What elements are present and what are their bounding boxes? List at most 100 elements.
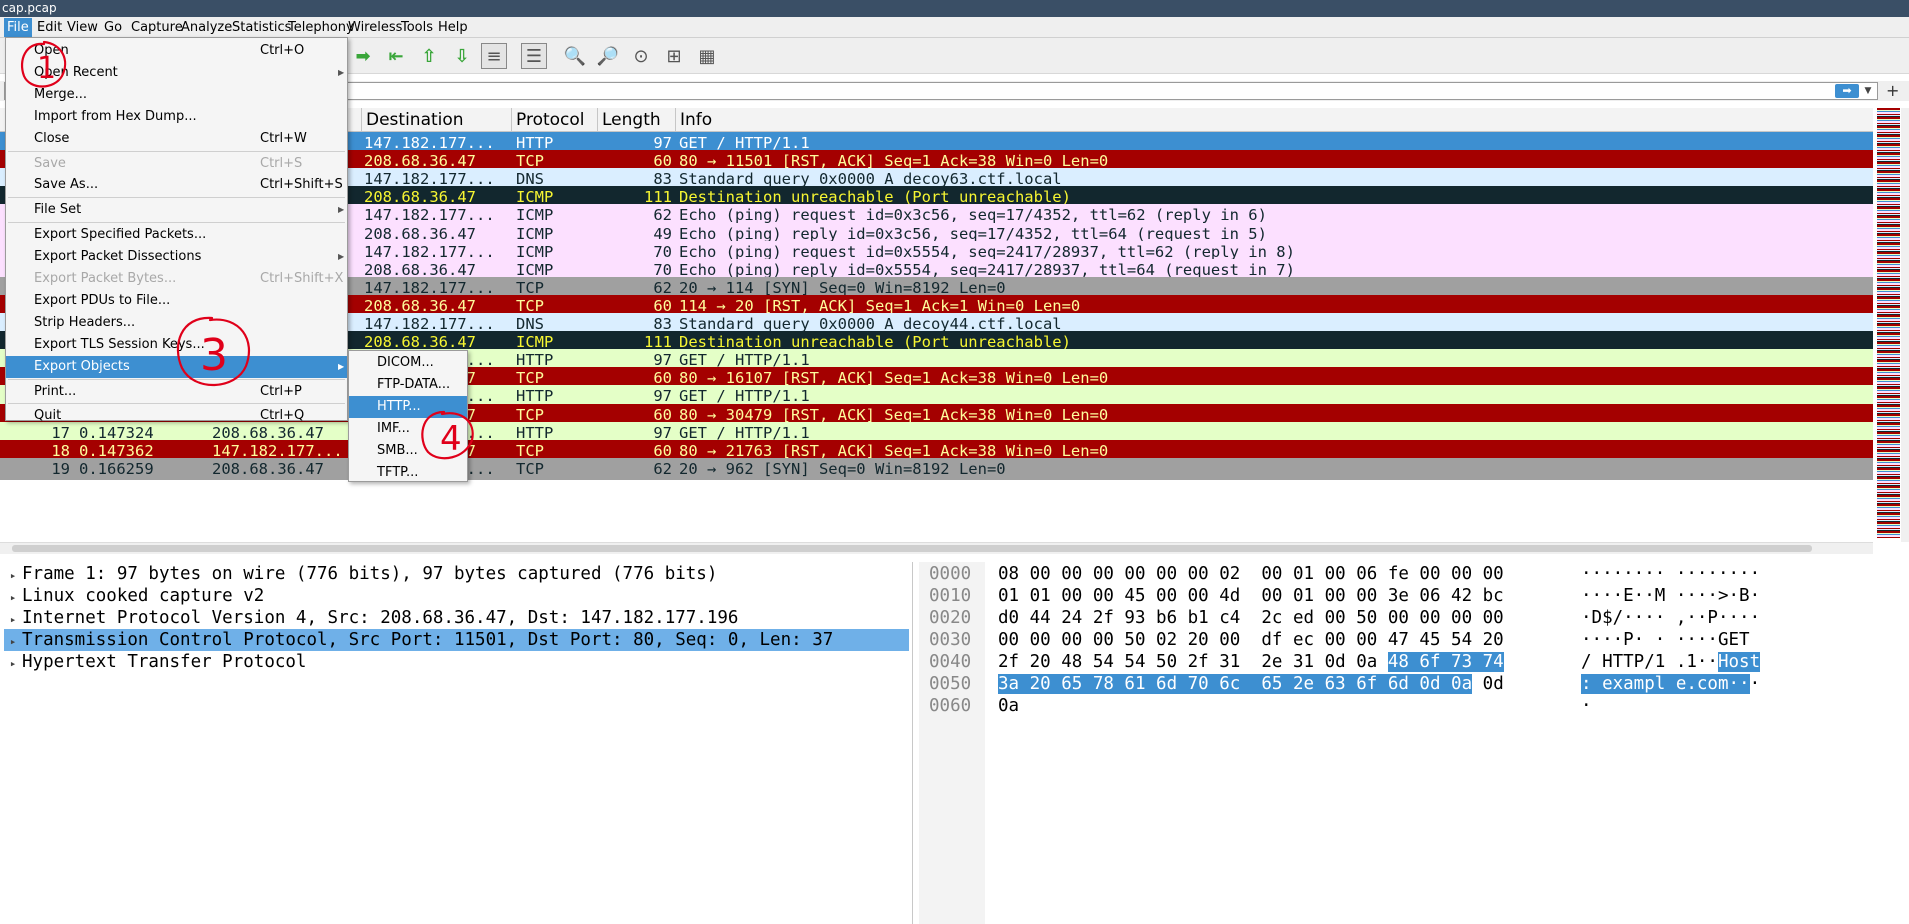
menu-item-export-objects[interactable]: Export Objects ▶	[6, 355, 347, 378]
zoom-normal-icon[interactable]: ⊙	[628, 43, 654, 69]
menu-item-shortcut: Ctrl+W	[260, 130, 307, 146]
add-filter-button-plus-icon[interactable]: +	[1886, 81, 1899, 101]
detail-tree-item[interactable]: ▸ Frame 1: 97 bytes on wire (776 bits), 9…	[4, 563, 909, 585]
byte-offset: 0000	[929, 564, 972, 584]
menu-item-quit[interactable]: Quit Ctrl+Q	[6, 405, 347, 427]
menu-item-print[interactable]: Print... Ctrl+P	[6, 381, 347, 403]
column-header-protocol[interactable]: Protocol	[512, 108, 598, 132]
expand-arrow-icon[interactable]: ▸	[4, 631, 22, 653]
byte-offset: 0020	[929, 608, 972, 628]
menu-item-save-as[interactable]: Save As... Ctrl+Shift+S	[6, 174, 347, 196]
expand-arrow-icon[interactable]: ▸	[4, 565, 22, 587]
layout-icon[interactable]: ▦	[694, 43, 720, 69]
menu-item-save: Save Ctrl+S	[6, 153, 347, 175]
go-down-icon[interactable]: ⇩	[449, 43, 475, 69]
hex-bytes[interactable]: 08 00 00 00 00 00 00 02 00 01 00 06 fe 0…	[998, 563, 1504, 585]
hex-bytes[interactable]: 00 00 00 00 50 02 20 00 df ec 00 00 47 4…	[998, 629, 1504, 651]
scrollbar-thumb[interactable]	[12, 545, 1812, 552]
filter-history-chevron-down-icon[interactable]: ▼	[1862, 83, 1874, 99]
byte-offset: 0040	[929, 652, 972, 672]
hex-segment: 01 01 00 00 45 00 00 4d 00 01 00 00 3e 0…	[998, 586, 1504, 606]
menu-wireless[interactable]: Wireless	[345, 18, 405, 37]
menu-item-export-tls-session-keys[interactable]: Export TLS Session Keys...	[6, 334, 347, 356]
autoscroll-icon[interactable]: ≡	[481, 43, 507, 69]
column-header-destination[interactable]: Destination	[362, 108, 512, 132]
zoom-out-icon[interactable]: 🔎	[595, 43, 621, 69]
apply-filter-arrow-icon[interactable]: ➡	[1835, 84, 1859, 98]
packet-minimap[interactable]	[1877, 108, 1900, 538]
ascii-bytes[interactable]: ·D$/···· ,··P····	[1581, 607, 1760, 629]
packet-list-horizontal-scrollbar[interactable]	[0, 542, 1873, 554]
menubar: File Edit View Go Capture Analyze Statistics Te…	[0, 17, 1909, 38]
submenu-arrow-icon: ▶	[338, 361, 345, 371]
menu-separator	[8, 150, 345, 152]
packet-row[interactable]: 190.166259208.68.36.47147.182.177...TCP6…	[0, 457, 1873, 480]
menu-item-strip-headers[interactable]: Strip Headers...	[6, 312, 347, 334]
submenu-item-ftp-data[interactable]: FTP-DATA...	[349, 374, 467, 396]
submenu-item-dicom[interactable]: DICOM...	[349, 352, 467, 374]
expand-arrow-icon[interactable]: ▸	[4, 609, 22, 631]
menu-item-merge[interactable]: Merge...	[6, 84, 347, 106]
hex-bytes[interactable]: 01 01 00 00 45 00 00 4d 00 01 00 00 3e 0…	[998, 585, 1504, 607]
hex-bytes[interactable]: 2f 20 48 54 54 50 2f 31 2e 31 0d 0a 48 6…	[998, 651, 1504, 673]
ascii-bytes[interactable]: ········ ········	[1581, 563, 1760, 585]
hex-bytes[interactable]: 3a 20 65 78 61 6d 70 6c 65 2e 63 6f 6d 0…	[998, 673, 1504, 695]
menu-item-label: Close	[34, 130, 70, 146]
menu-item-open[interactable]: Open Ctrl+O	[6, 40, 347, 62]
menu-view[interactable]: View	[64, 18, 101, 37]
menu-item-file-set[interactable]: File Set ▶	[6, 199, 347, 221]
ascii-bytes[interactable]: ·	[1581, 695, 1592, 717]
submenu-item-tftp[interactable]: TFTP...	[349, 462, 467, 484]
ascii-bytes[interactable]: ····E··M ····>·B·	[1581, 585, 1760, 607]
expand-arrow-icon[interactable]: ▸	[4, 653, 22, 675]
colorize-icon[interactable]: ☰	[521, 43, 547, 69]
detail-label: Internet Protocol Version 4, Src: 208.68…	[22, 608, 739, 628]
hex-bytes[interactable]: d0 44 24 2f 93 b6 b1 c4 2c ed 00 50 00 0…	[998, 607, 1504, 629]
menu-item-shortcut: Ctrl+S	[260, 155, 303, 171]
zoom-in-icon[interactable]: 🔍	[562, 43, 588, 69]
detail-tree-item[interactable]: ▸ Transmission Control Protocol, Src Port…	[4, 629, 909, 651]
file-menu: Open Ctrl+O Open Recent ▶ Merge... Import fro…	[5, 37, 348, 423]
menu-edit[interactable]: Edit	[34, 18, 65, 37]
menu-item-export-pdus-to-file[interactable]: Export PDUs to File...	[6, 290, 347, 312]
hex-bytes[interactable]: 0a	[998, 695, 1019, 717]
column-header-info[interactable]: Info	[676, 108, 1873, 132]
detail-tree-item[interactable]: ▸ Hypertext Transfer Protocol	[4, 651, 909, 673]
menu-file[interactable]: File	[4, 18, 32, 37]
ascii-bytes[interactable]: : exampl e.com···	[1581, 673, 1760, 695]
menu-item-label: Export TLS Session Keys...	[34, 336, 205, 352]
packet-list-vertical-scrollbar[interactable]	[1901, 108, 1909, 542]
byte-offset: 0050	[929, 674, 972, 694]
menu-go[interactable]: Go	[101, 18, 125, 37]
go-to-packet-icon[interactable]: ➡	[350, 43, 376, 69]
ascii-bytes[interactable]: ····P· · ····GET	[1581, 629, 1760, 651]
expand-arrow-icon[interactable]: ▸	[4, 587, 22, 609]
column-header-length[interactable]: Length	[598, 108, 676, 132]
hex-segment: 3a 20 65 78 61 6d 70 6c 65 2e 63 6f 6d 0…	[998, 674, 1473, 694]
hex-segment: 2f 20 48 54 54 50 2f 31 2e 31 0d 0a	[998, 652, 1388, 672]
ascii-segment: ·	[1581, 696, 1592, 716]
submenu-item-imf[interactable]: IMF...	[349, 418, 467, 440]
ascii-bytes[interactable]: / HTTP/1 .1··Host	[1581, 651, 1761, 673]
go-first-icon[interactable]: ⇤	[383, 43, 409, 69]
menu-item-close[interactable]: Close Ctrl+W	[6, 128, 347, 150]
go-up-icon[interactable]: ⇧	[416, 43, 442, 69]
menu-item-import-from-hex-dump[interactable]: Import from Hex Dump...	[6, 106, 347, 128]
menu-item-open-recent[interactable]: Open Recent ▶	[6, 62, 347, 84]
menu-item-export-packet-dissections[interactable]: Export Packet Dissections ▶	[6, 246, 347, 268]
menu-item-export-specified-packets[interactable]: Export Specified Packets...	[6, 224, 347, 246]
menu-tools[interactable]: Tools	[398, 18, 436, 37]
resize-columns-icon[interactable]: ⊞	[661, 43, 687, 69]
menu-item-label: Export Specified Packets...	[34, 227, 207, 243]
detail-tree-item[interactable]: ▸ Internet Protocol Version 4, Src: 208.6…	[4, 607, 909, 629]
menu-item-shortcut: Ctrl+P	[260, 383, 302, 399]
detail-tree-item[interactable]: ▸ Linux cooked capture v2	[4, 585, 909, 607]
submenu-item-http[interactable]: HTTP...	[349, 396, 467, 418]
menu-help[interactable]: Help	[435, 18, 471, 37]
detail-label: Transmission Control Protocol, Src Port:…	[22, 630, 834, 650]
ascii-segment: ····E··M ····>·B·	[1581, 586, 1761, 606]
menu-analyze[interactable]: Analyze	[178, 18, 235, 37]
ascii-segment: / HTTP/1 .1··	[1581, 652, 1718, 672]
submenu-item-smb[interactable]: SMB...	[349, 440, 467, 462]
menu-item-shortcut: Ctrl+O	[260, 43, 305, 58]
